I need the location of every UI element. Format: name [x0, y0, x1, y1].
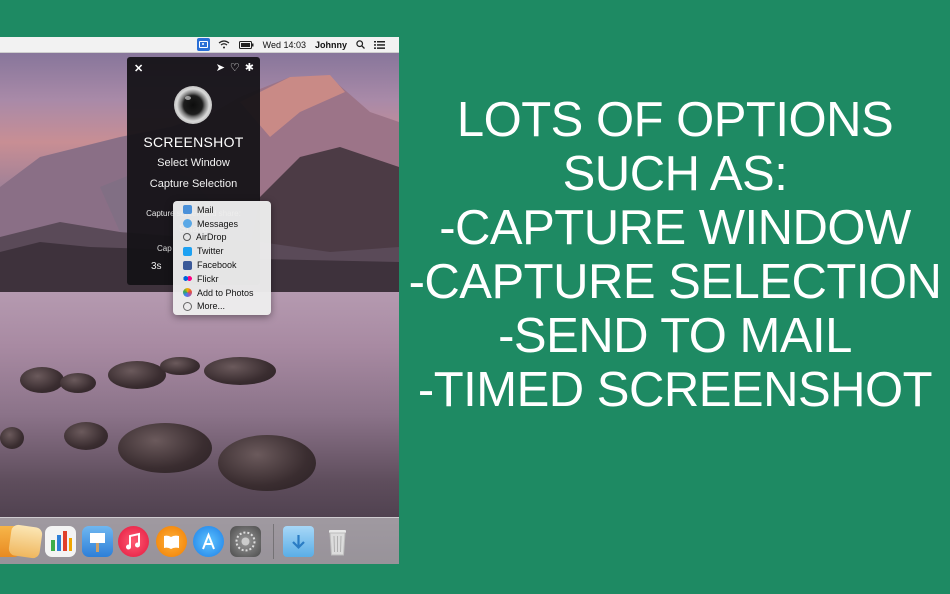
screenshot-app-icon[interactable]: [196, 38, 210, 51]
gear-icon[interactable]: ✱: [245, 61, 254, 74]
rock: [218, 435, 316, 491]
numbers-icon[interactable]: [45, 526, 76, 557]
trash-icon[interactable]: [322, 526, 353, 557]
popup-toolbar: ➤ ♡ ✱: [216, 61, 254, 74]
feature-headline: LOTS OF OPTIONS SUCH AS: -CAPTURE WINDOW…: [400, 93, 950, 417]
more-icon: [183, 301, 192, 311]
headline-line: -CAPTURE SELECTION: [408, 255, 942, 309]
share-item-label: Twitter: [197, 246, 224, 257]
search-icon[interactable]: [356, 40, 365, 49]
share-item-label: More...: [197, 301, 226, 312]
battery-icon[interactable]: [238, 40, 254, 49]
share-item-label: Mail: [197, 204, 214, 215]
pages-icon[interactable]: [7, 523, 44, 560]
rock: [0, 427, 24, 449]
list-icon[interactable]: [374, 40, 385, 49]
system-preferences-icon[interactable]: [230, 526, 261, 557]
menu-bar: Wed 14:03 Johnny: [0, 37, 399, 53]
headline-line: LOTS OF OPTIONS: [456, 93, 894, 147]
capture-timer-label: Cap: [157, 244, 172, 253]
share-item-photos[interactable]: Add to Photos: [173, 286, 271, 300]
menu-user[interactable]: Johnny: [315, 40, 347, 50]
headline-line: -CAPTURE WINDOW: [439, 201, 911, 255]
share-item-flickr[interactable]: Flickr: [173, 272, 271, 286]
ibooks-icon[interactable]: [156, 526, 187, 557]
capture-selection-button[interactable]: Capture Selection: [127, 178, 260, 190]
menu-clock[interactable]: Wed 14:03: [263, 40, 306, 50]
share-item-twitter[interactable]: Twitter: [173, 244, 271, 258]
wifi-icon[interactable]: [218, 40, 230, 49]
app-store-icon[interactable]: [193, 526, 224, 557]
select-window-button[interactable]: Select Window: [127, 157, 260, 169]
flickr-icon: [183, 274, 192, 284]
rock: [60, 373, 96, 393]
rock: [204, 357, 276, 385]
share-item-airdrop[interactable]: AirDrop: [173, 231, 271, 245]
share-item-label: Messages: [197, 218, 239, 229]
share-item-label: Flickr: [197, 273, 219, 284]
mail-icon: [183, 205, 192, 215]
rock: [20, 367, 64, 393]
heart-icon[interactable]: ♡: [230, 61, 240, 74]
headline-line: -SEND TO MAIL: [498, 309, 852, 363]
share-item-label: Facebook: [197, 260, 237, 271]
send-icon[interactable]: ➤: [216, 61, 225, 74]
close-icon[interactable]: ✕: [134, 62, 143, 75]
share-item-mail[interactable]: Mail: [173, 203, 271, 217]
airdrop-icon: [183, 233, 191, 242]
camera-lens-button[interactable]: [174, 86, 212, 124]
share-item-messages[interactable]: Messages: [173, 217, 271, 231]
keynote-icon[interactable]: [82, 526, 113, 557]
rock: [64, 422, 108, 450]
headline-line: SUCH AS:: [562, 147, 788, 201]
share-menu: Mail Messages AirDrop Twitter Facebook F…: [173, 201, 271, 315]
rock: [118, 423, 212, 473]
share-item-more[interactable]: More...: [173, 300, 271, 314]
share-item-label: AirDrop: [196, 232, 227, 243]
popup-title: SCREENSHOT: [143, 134, 244, 150]
dock: [0, 517, 399, 564]
itunes-icon[interactable]: [118, 526, 149, 557]
share-item-label: Add to Photos: [197, 287, 254, 298]
rock: [108, 361, 166, 389]
dock-separator: [273, 524, 274, 559]
headline-line: -TIMED SCREENSHOT: [417, 363, 933, 417]
rock: [160, 357, 200, 375]
messages-icon: [183, 219, 192, 229]
timer-value[interactable]: 3s: [151, 261, 162, 272]
twitter-icon: [183, 246, 192, 256]
share-item-facebook[interactable]: Facebook: [173, 258, 271, 272]
photos-icon: [183, 288, 192, 298]
downloads-folder-icon[interactable]: [283, 526, 314, 557]
facebook-icon: [183, 260, 192, 270]
